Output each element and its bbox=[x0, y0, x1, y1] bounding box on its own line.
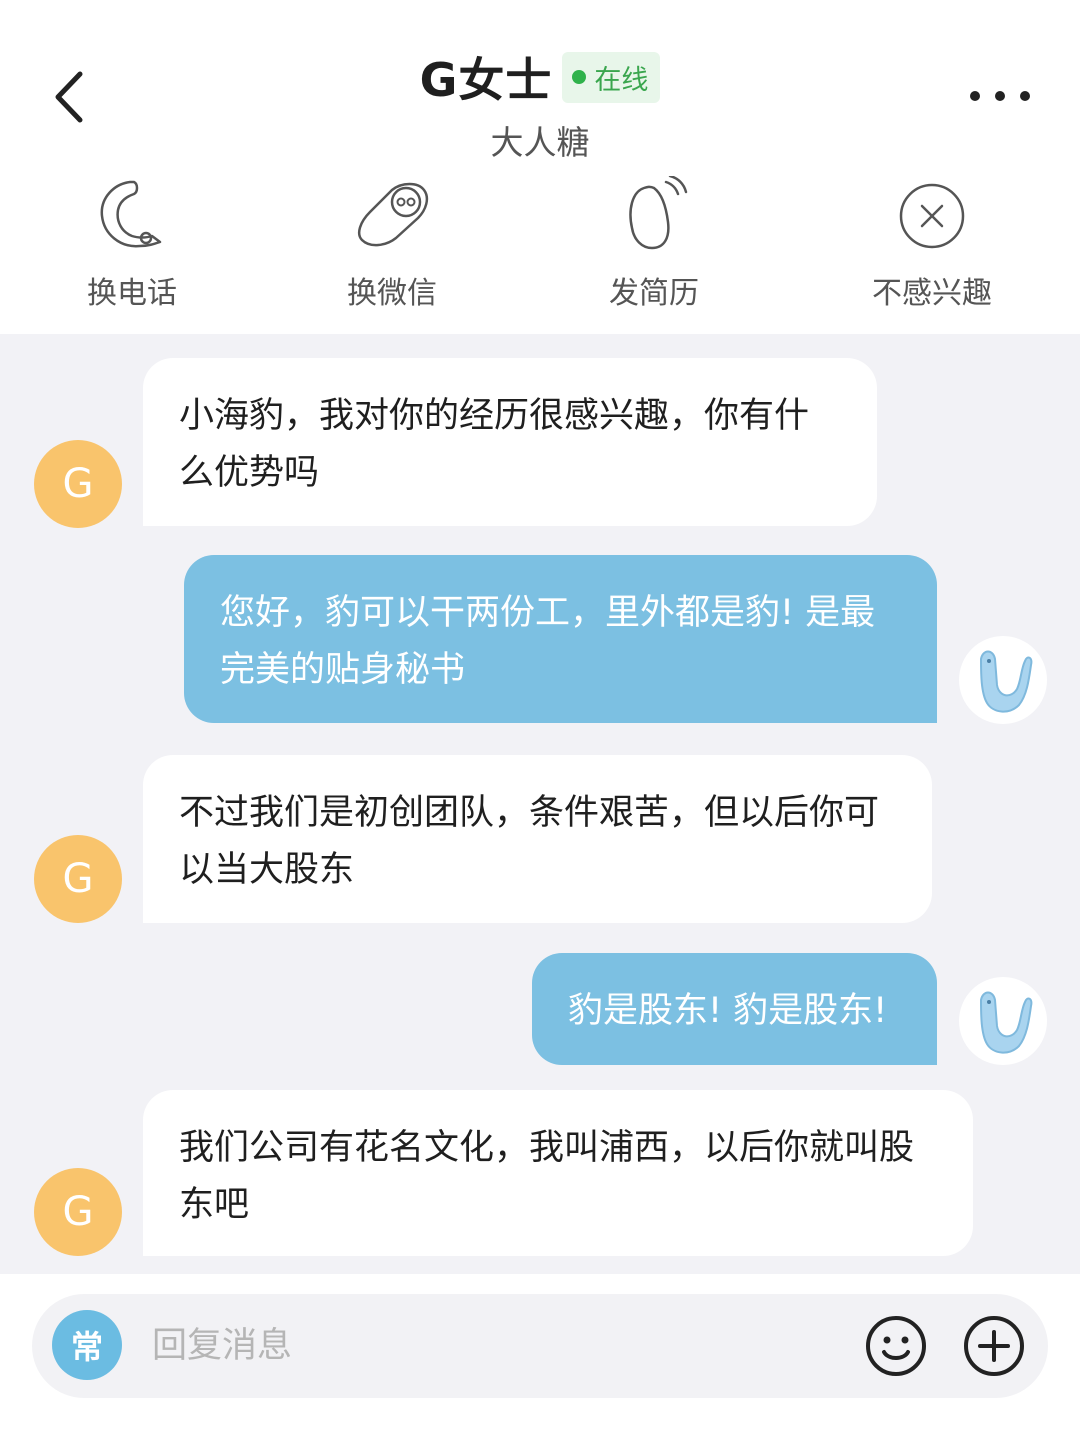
incoming-message-bubble[interactable]: 小海豹，我对你的经历很感兴趣，你有什么优势吗 bbox=[143, 358, 877, 526]
send-resume-button[interactable]: 发简历 bbox=[554, 168, 754, 328]
more-options-button[interactable] bbox=[970, 84, 1030, 108]
seal-avatar-icon bbox=[979, 991, 1033, 1054]
title-block: G女士 在线 大人糖 bbox=[0, 44, 1080, 164]
online-status-badge: 在线 bbox=[562, 51, 661, 103]
message-text: 不过我们是初创团队，条件艰苦，但以后你可以当大股东 bbox=[179, 793, 880, 890]
not-interested-button[interactable]: 不感兴趣 bbox=[832, 168, 1032, 328]
reply-message-input[interactable] bbox=[152, 1316, 792, 1376]
action-label: 发简历 bbox=[609, 276, 699, 311]
action-label: 换微信 bbox=[347, 276, 437, 311]
chat-header: G女士 在线 大人糖 bbox=[0, 0, 1080, 162]
smiley-icon bbox=[866, 1316, 926, 1376]
message-text: 小海豹，我对你的经历很感兴趣，你有什么优势吗 bbox=[179, 396, 810, 493]
my-avatar[interactable] bbox=[959, 636, 1047, 724]
company-name: 大人糖 bbox=[490, 123, 590, 162]
more-dot-icon bbox=[995, 91, 1005, 101]
message-text: 我们公司有花名文化，我叫浦西，以后你就叫股东吧 bbox=[179, 1128, 915, 1225]
message-text: 豹是股东! 豹是股东! bbox=[568, 991, 888, 1031]
action-label: 不感兴趣 bbox=[872, 276, 992, 311]
contact-name: G女士 bbox=[419, 53, 553, 107]
incoming-message-bubble[interactable]: 不过我们是初创团队，条件艰苦，但以后你可以当大股东 bbox=[143, 755, 932, 923]
phone-icon bbox=[100, 180, 162, 248]
outgoing-message-bubble[interactable]: 您好，豹可以干两份工，里外都是豹! 是最完美的贴身秘书 bbox=[184, 555, 937, 723]
contact-avatar[interactable]: G bbox=[34, 835, 122, 923]
chat-messages-area[interactable]: G 小海豹，我对你的经历很感兴趣，你有什么优势吗 您好，豹可以干两份工，里外都是… bbox=[0, 334, 1080, 1274]
plus-circle-icon bbox=[964, 1316, 1024, 1376]
action-label: 换电话 bbox=[87, 276, 177, 311]
more-dot-icon bbox=[1020, 91, 1030, 101]
incoming-message-bubble[interactable]: 我们公司有花名文化，我叫浦西，以后你就叫股东吧 bbox=[143, 1090, 973, 1256]
exchange-wechat-button[interactable]: 换微信 bbox=[292, 168, 492, 328]
outgoing-message-bubble[interactable]: 豹是股东! 豹是股东! bbox=[532, 953, 937, 1065]
exchange-phone-button[interactable]: 换电话 bbox=[32, 168, 232, 328]
contact-avatar[interactable]: G bbox=[34, 1168, 122, 1256]
quick-actions-bar: 换电话 换微信 发简历 不感兴趣 bbox=[0, 168, 1080, 334]
emoji-button[interactable] bbox=[864, 1314, 928, 1378]
close-circle-icon bbox=[899, 183, 965, 249]
wechat-icon bbox=[358, 182, 429, 247]
contact-avatar[interactable]: G bbox=[34, 440, 122, 528]
common-phrases-button[interactable]: 常 bbox=[52, 1310, 122, 1380]
online-status-text: 在线 bbox=[594, 64, 649, 96]
input-bar: 常 bbox=[32, 1294, 1048, 1398]
message-text: 您好，豹可以干两份工，里外都是豹! 是最完美的贴身秘书 bbox=[220, 593, 876, 690]
resume-icon bbox=[629, 176, 688, 250]
more-attachments-button[interactable] bbox=[962, 1314, 1026, 1378]
my-avatar[interactable] bbox=[959, 977, 1047, 1065]
seal-avatar-icon bbox=[979, 650, 1033, 713]
online-dot-icon bbox=[572, 70, 587, 84]
message-input-area: 常 bbox=[0, 1274, 1080, 1438]
more-dot-icon bbox=[970, 91, 980, 101]
